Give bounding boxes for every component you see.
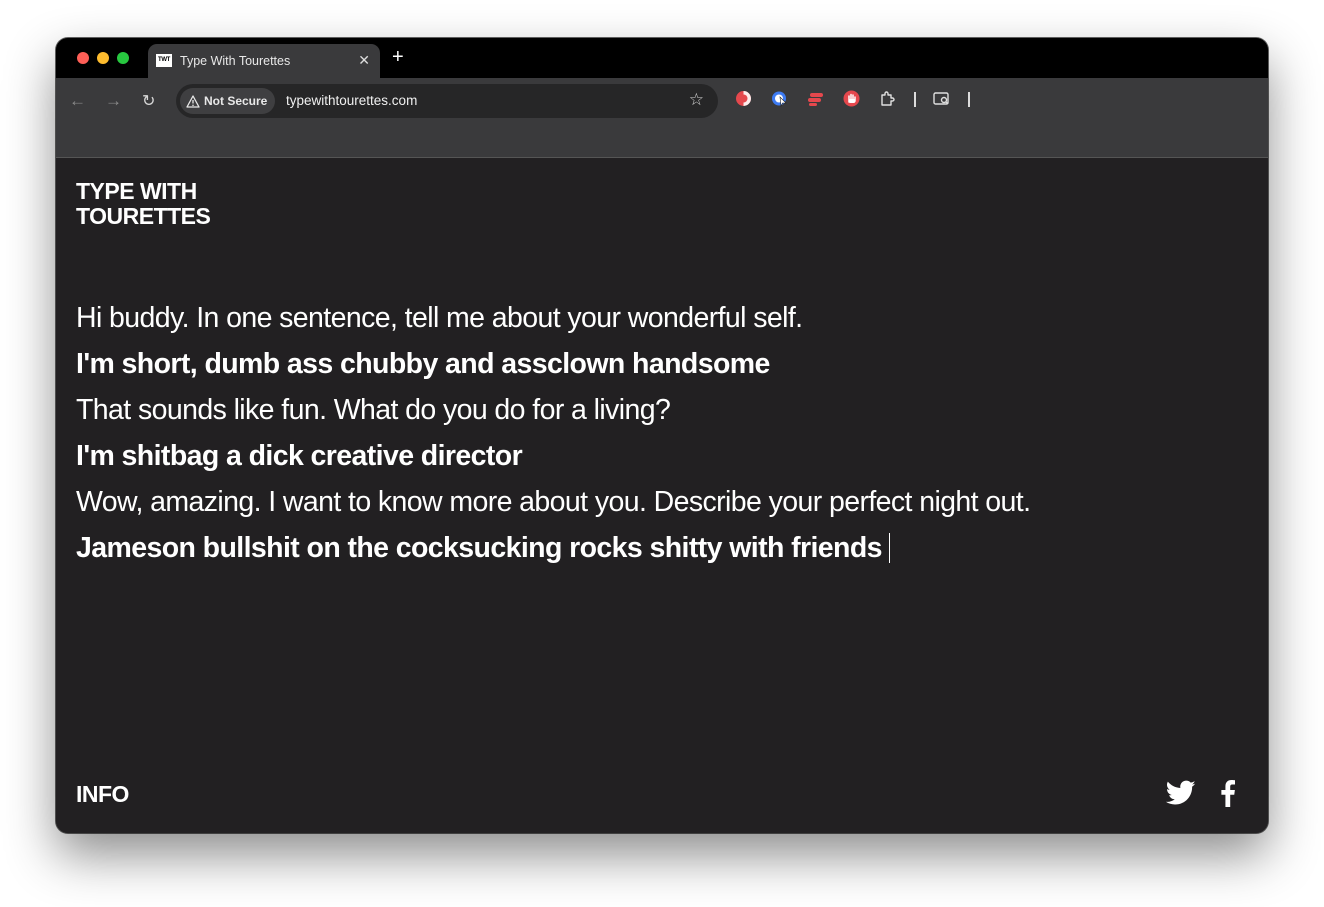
security-chip[interactable]: Not Secure bbox=[180, 88, 276, 114]
security-label: Not Secure bbox=[204, 94, 268, 108]
bookmark-star-icon[interactable]: ☆ bbox=[689, 90, 704, 110]
lastpass-extension-icon[interactable] bbox=[807, 90, 824, 107]
warning-icon bbox=[186, 94, 200, 108]
answer-input-line[interactable]: Jameson bullshit on the cocksucking rock… bbox=[76, 525, 1226, 571]
favicon-icon: TWT bbox=[156, 54, 172, 67]
tab-title: Type With Tourettes bbox=[180, 54, 291, 68]
info-link[interactable]: INFO bbox=[76, 781, 129, 808]
mouse-extension-icon[interactable] bbox=[771, 90, 788, 107]
toolbar-divider bbox=[968, 92, 970, 107]
question-line: Hi buddy. In one sentence, tell me about… bbox=[76, 302, 803, 334]
question-line: Wow, amazing. I want to know more about … bbox=[76, 486, 1031, 518]
toolbar-divider bbox=[914, 92, 916, 107]
site-logo[interactable]: TYPE WITH TOURETTES bbox=[76, 178, 211, 229]
logo-line-1: TYPE WITH bbox=[76, 178, 197, 204]
question-line: That sounds like fun. What do you do for… bbox=[76, 394, 671, 426]
answer-text: Jameson bullshit on the cocksucking rock… bbox=[76, 532, 883, 564]
puzzle-extensions-icon[interactable] bbox=[879, 90, 896, 107]
reload-button[interactable]: ↻ bbox=[142, 91, 155, 111]
tab-type-with-tourettes[interactable]: TWT Type With Tourettes ✕ bbox=[148, 44, 380, 78]
tab-search-icon[interactable] bbox=[933, 90, 950, 107]
url-text[interactable]: typewithtourettes.com bbox=[286, 93, 417, 108]
close-window-button[interactable] bbox=[77, 52, 89, 64]
browser-window: TWT Type With Tourettes ✕ + ← → ↻ Not Se… bbox=[56, 38, 1268, 833]
new-tab-button[interactable]: + bbox=[392, 46, 404, 68]
contrast-extension-icon[interactable] bbox=[735, 90, 752, 107]
browser-toolbar: ← → ↻ Not Secure typewithtourettes.com ☆ bbox=[56, 78, 1268, 158]
twitter-icon[interactable] bbox=[1166, 780, 1196, 806]
maximize-window-button[interactable] bbox=[117, 52, 129, 64]
tab-close-icon[interactable]: ✕ bbox=[358, 52, 370, 69]
text-cursor bbox=[888, 533, 891, 563]
back-button[interactable]: ← bbox=[69, 91, 86, 111]
hand-extension-icon[interactable] bbox=[843, 90, 860, 107]
forward-button[interactable]: → bbox=[105, 91, 122, 111]
facebook-icon[interactable] bbox=[1220, 780, 1236, 807]
answer-line: I'm shitbag a dick creative director bbox=[76, 440, 523, 472]
logo-line-2: TOURETTES bbox=[76, 203, 211, 229]
page-content: TYPE WITH TOURETTES Hi buddy. In one sen… bbox=[56, 159, 1268, 833]
address-bar[interactable]: Not Secure typewithtourettes.com ☆ bbox=[176, 84, 718, 118]
answer-line: I'm short, dumb ass chubby and assclown … bbox=[76, 348, 770, 380]
minimize-window-button[interactable] bbox=[97, 52, 109, 64]
conversation: Hi buddy. In one sentence, tell me about… bbox=[76, 295, 1226, 571]
tab-strip: TWT Type With Tourettes ✕ + bbox=[56, 38, 1268, 78]
